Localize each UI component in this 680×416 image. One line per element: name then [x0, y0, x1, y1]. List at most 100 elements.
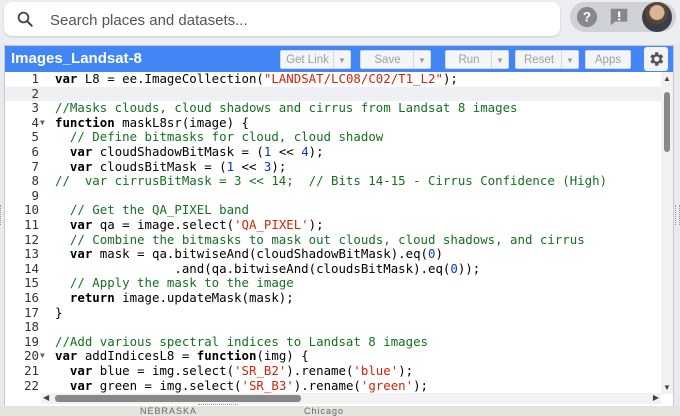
avatar[interactable] — [642, 2, 672, 32]
line-number: 11 — [24, 217, 39, 232]
scroll-left-icon[interactable]: ◀ — [43, 393, 49, 402]
code-text: //Add various spectral indices to Landsa… — [55, 333, 428, 349]
chevron-down-icon[interactable]: ▼ — [561, 51, 578, 68]
reset-label: Reset — [523, 54, 555, 66]
line-number: 12 — [24, 231, 39, 247]
code-text: // Define bitmasks for cloud, cloud shad… — [69, 129, 384, 145]
scroll-right-icon[interactable]: ▶ — [653, 393, 659, 402]
code-text: var L8 = ee.ImageCollection("LANDSAT/LC0… — [55, 72, 458, 86]
code-line[interactable]: 18 — [5, 320, 661, 335]
gear-icon — [650, 52, 664, 66]
code-line[interactable]: 22 var green = img.select('SR_B3').renam… — [5, 377, 661, 394]
code-text: var green = img.select('SR_B3').rename('… — [69, 377, 429, 393]
code-line[interactable]: 19 //Add various spectral indices to Land… — [5, 333, 661, 350]
run-label: Run — [458, 54, 480, 66]
line-number: 22 — [24, 377, 39, 393]
vertical-scrollbar[interactable]: ▲ ▼ — [661, 72, 673, 394]
code-line[interactable]: 12 // Combine the bitmasks to mask out c… — [5, 231, 661, 248]
code-line[interactable]: 20 ▼ var addIndicesL8 = function(img) { — [5, 349, 661, 364]
code-text: // var cirrusBitMask = 3 << 14; // Bits … — [55, 173, 608, 189]
code-line[interactable]: 11 var qa = image.select('QA_PIXEL'); — [5, 217, 661, 233]
line-number: 5 — [31, 129, 39, 145]
run-button[interactable]: Run ▼ — [445, 50, 509, 69]
horizontal-scrollbar[interactable]: ◀ ▶ — [41, 393, 661, 404]
code-text: var cloudsBitMask = (1 << 3); — [69, 158, 287, 174]
save-button[interactable]: Save ▼ — [360, 50, 431, 69]
code-text: var cloudShadowBitMask = (1 << 4); — [69, 144, 324, 159]
top-bar: ? — [0, 0, 680, 44]
search-box[interactable] — [4, 2, 560, 38]
code-line[interactable]: 2 — [5, 85, 661, 102]
horizontal-scroll-thumb[interactable] — [55, 395, 301, 402]
line-number: 20 — [24, 348, 39, 364]
reset-button[interactable]: Reset ▼ — [515, 50, 579, 69]
line-number: 9 — [31, 187, 39, 203]
line-number: 3 — [31, 100, 39, 116]
line-number: 8 — [31, 173, 39, 189]
get-link-button[interactable]: Get Link ▼ — [280, 50, 351, 69]
line-number: 18 — [24, 319, 39, 335]
code-line[interactable]: 13 var mask = qa.bitwiseAnd(cloudShadowB… — [5, 246, 661, 262]
settings-button[interactable] — [644, 47, 668, 71]
line-number: 17 — [24, 304, 39, 320]
map-label: Chicago — [304, 406, 345, 416]
script-title: Images_Landsat-8 — [11, 50, 142, 67]
search-icon — [17, 11, 33, 27]
map-label: NEBRASKA — [140, 406, 198, 416]
code-line[interactable]: 1 var L8 = ee.ImageCollection("LANDSAT/LC… — [5, 72, 661, 87]
line-number: 4 — [31, 114, 39, 130]
notifications-icon[interactable] — [608, 6, 630, 28]
code-line[interactable]: 9 — [5, 187, 661, 204]
chevron-down-icon[interactable]: ▼ — [333, 51, 350, 68]
fold-toggle-icon[interactable]: ▼ — [40, 116, 50, 131]
fold-toggle-icon[interactable]: ▼ — [40, 349, 50, 364]
code-editor-panel: Images_Landsat-8 Get Link ▼ Save ▼ Run ▼… — [4, 45, 674, 407]
code-line[interactable]: 17} — [5, 304, 661, 321]
code-text: var blue = img.select('SR_B2').rename('b… — [69, 363, 414, 378]
scroll-up-icon[interactable]: ▲ — [663, 74, 671, 83]
code-line[interactable]: 7 var cloudsBitMask = (1 << 3); — [5, 158, 661, 175]
chevron-down-icon[interactable]: ▼ — [491, 51, 508, 68]
code-line[interactable]: 8 // var cirrusBitMask = 3 << 14; // Bits… — [5, 173, 661, 189]
code-text: //Masks clouds, cloud shadows and cirrus… — [55, 100, 518, 116]
line-number: 1 — [31, 72, 39, 86]
get-link-label: Get Link — [286, 54, 329, 66]
line-number: 14 — [24, 260, 39, 276]
vertical-scroll-thumb[interactable] — [664, 92, 670, 152]
scroll-down-icon[interactable]: ▼ — [663, 383, 671, 392]
line-number: 23 — [5, 393, 39, 394]
line-number: 6 — [31, 144, 39, 159]
code-editor[interactable]: 1 var L8 = ee.ImageCollection("LANDSAT/LC… — [5, 72, 661, 394]
code-text: var mask = qa.bitwiseAnd(cloudShadowBitM… — [69, 246, 443, 262]
account-controls: ? — [570, 2, 676, 32]
code-text: .and(qa.bitwiseAnd(cloudsBitMask).eq(0))… — [55, 260, 481, 276]
line-number: 10 — [24, 202, 39, 218]
code-line[interactable]: 5 // Define bitmasks for cloud, cloud sh… — [5, 130, 661, 145]
save-label: Save — [374, 54, 401, 66]
apps-button[interactable]: Apps — [585, 50, 631, 69]
right-resize-handle[interactable] — [675, 205, 680, 225]
line-number: 16 — [24, 290, 39, 305]
code-text: var qa = image.select('QA_PIXEL'); — [69, 217, 324, 232]
code-line[interactable]: 21 var blue = img.select('SR_B2').rename… — [5, 363, 661, 379]
editor-header: Images_Landsat-8 Get Link ▼ Save ▼ Run ▼… — [5, 46, 673, 72]
code-line[interactable]: 14 .and(qa.bitwiseAnd(cloudsBitMask).eq(… — [5, 260, 661, 277]
code-text: } — [55, 304, 63, 320]
line-number: 7 — [31, 158, 39, 174]
map-strip[interactable]: NEBRASKA Chicago — [0, 406, 680, 416]
code-text: var addIndicesL8 = function(img) { — [55, 348, 309, 364]
help-icon[interactable]: ? — [576, 6, 598, 28]
line-number: 19 — [24, 333, 39, 349]
code-line[interactable]: 6 var cloudShadowBitMask = (1 << 4); — [5, 144, 661, 160]
chevron-down-icon[interactable]: ▼ — [413, 51, 430, 68]
line-number: 21 — [24, 363, 39, 378]
code-text: // Get the QA_PIXEL band — [69, 202, 249, 218]
code-line[interactable]: 4 ▼ function maskL8sr(image) { — [5, 114, 661, 131]
line-number: 2 — [31, 85, 39, 101]
code-line[interactable]: 15 // Apply the mask to the image — [5, 276, 661, 291]
code-line[interactable]: 3 //Masks clouds, cloud shadows and cirru… — [5, 100, 661, 116]
code-text: // Combine the bitmasks to mask out clou… — [69, 231, 585, 247]
search-input[interactable] — [48, 2, 552, 38]
code-line[interactable]: 10 // Get the QA_PIXEL band — [5, 203, 661, 218]
code-line[interactable]: 16 return image.updateMask(mask); — [5, 290, 661, 306]
